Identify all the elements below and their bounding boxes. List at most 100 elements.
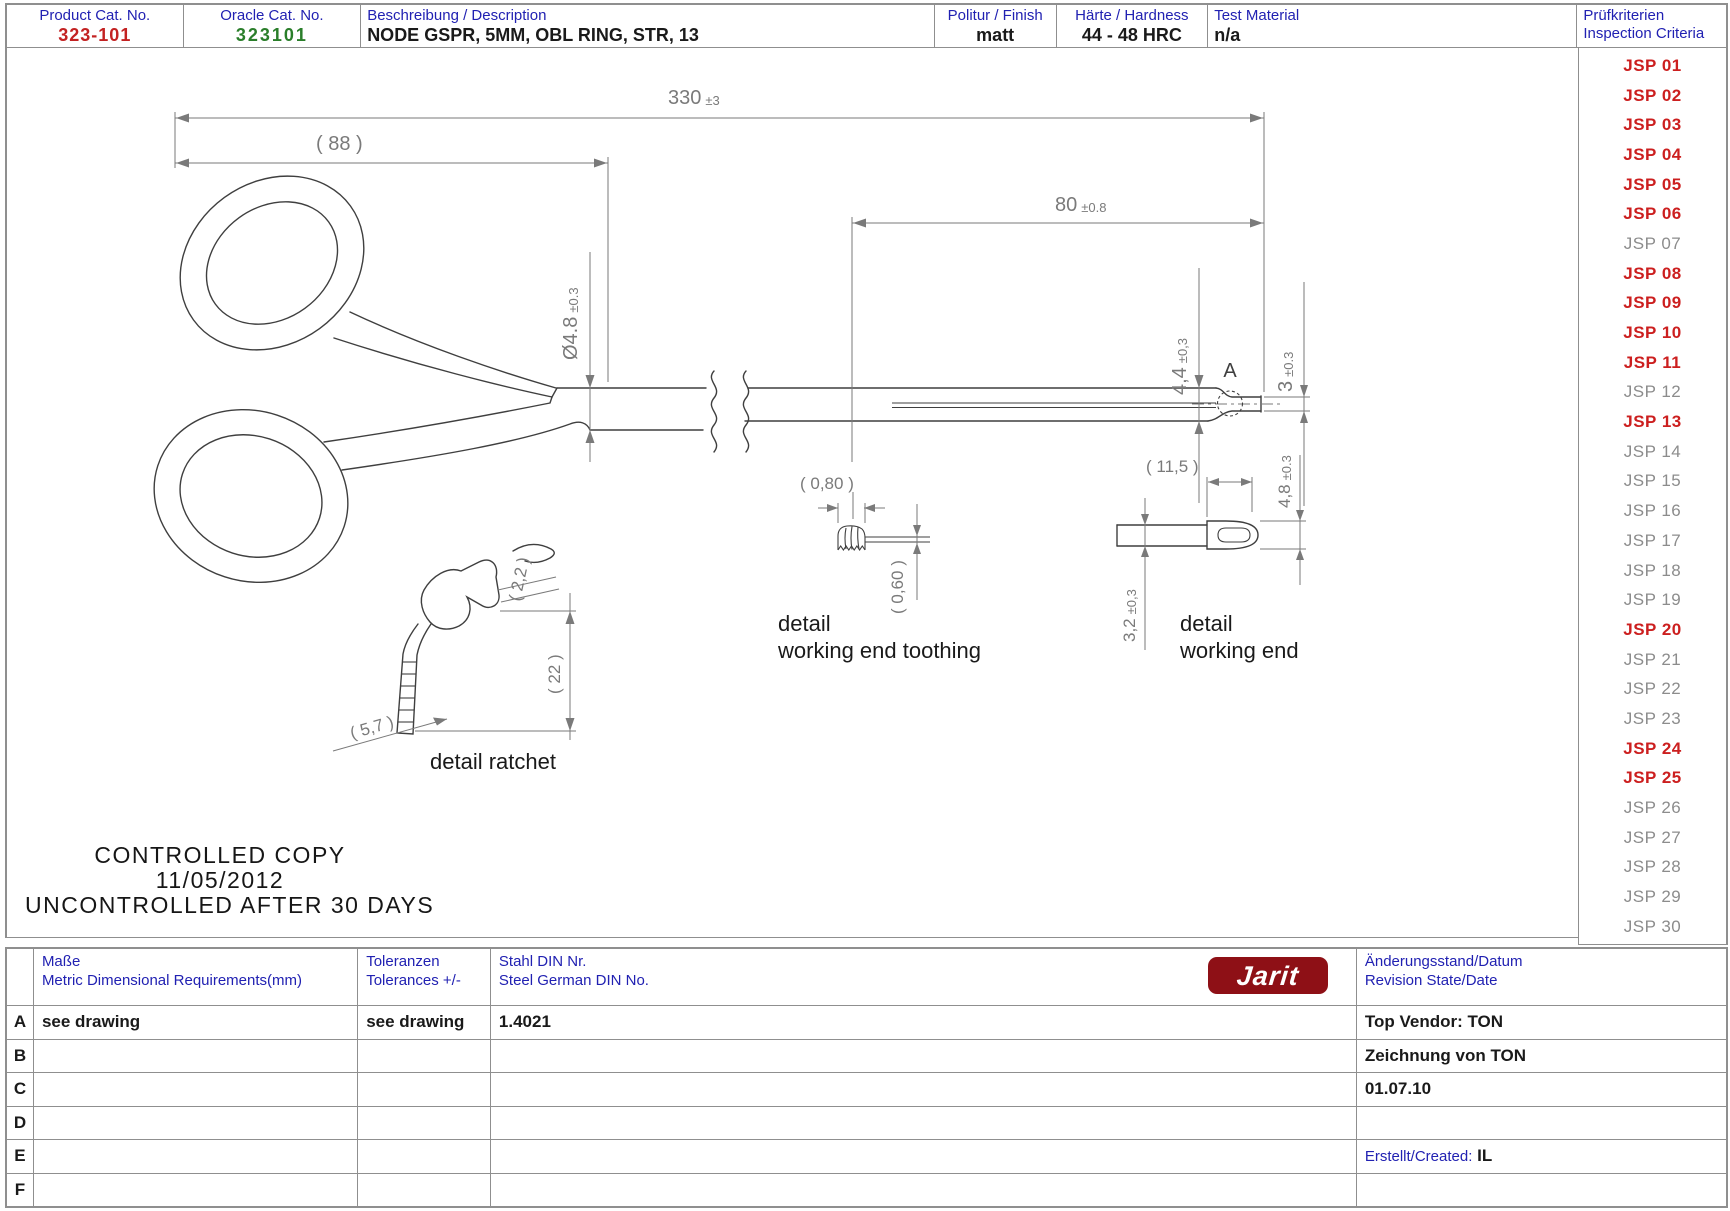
row-letter-cell: D [7, 1107, 34, 1141]
finish-value: matt [941, 25, 1050, 46]
title-block-row: E Erstellt/Created: IL [7, 1140, 1726, 1174]
row-letter-cell: A [7, 1006, 34, 1040]
row-letter-cell: B [7, 1040, 34, 1074]
steel-value-cell [491, 1107, 1357, 1141]
masse-value-cell: see drawing [34, 1006, 358, 1040]
row-letter: B [14, 1046, 26, 1065]
inspection-criteria-item: JSP 19 [1579, 585, 1726, 615]
steel-value-cell [491, 1040, 1357, 1074]
tolerances-value-cell [358, 1107, 491, 1141]
tolerances-header-cell: Toleranzen Tolerances +/- [358, 949, 491, 1006]
title-block-header-row: Maße Metric Dimensional Requirements(mm)… [7, 949, 1726, 1006]
inspection-criteria-item: JSP 12 [1579, 378, 1726, 408]
inspection-criteria-label-de: Prüfkriterien [1583, 7, 1720, 25]
inspection-criteria-header-cell: Prüfkriterien Inspection Criteria [1577, 5, 1726, 47]
steel-value-cell [491, 1073, 1357, 1107]
row-letter: C [14, 1079, 26, 1098]
description-label: Beschreibung / Description [367, 7, 928, 25]
masse-value: see drawing [42, 1012, 140, 1031]
inspection-criteria-item: JSP 24 [1579, 734, 1726, 764]
revision-header-cell: Änderungsstand/Datum Revision State/Date [1357, 949, 1726, 1006]
inspection-criteria-item: JSP 23 [1579, 704, 1726, 734]
tolerances-value-cell [358, 1140, 491, 1174]
inspection-criteria-item: JSP 01 [1579, 51, 1726, 81]
stamp-line-3: UNCONTROLLED AFTER 30 DAYS [25, 893, 415, 918]
steel-value-cell [491, 1140, 1357, 1174]
inspection-criteria-item: JSP 08 [1579, 259, 1726, 289]
product-cat-value: 323-101 [13, 25, 177, 46]
title-block-row: D [7, 1107, 1726, 1141]
revision-value-cell: 01.07.10 [1357, 1073, 1726, 1107]
revision-entry-value: IL [1477, 1146, 1492, 1165]
revision-entry-label: Erstellt/Created: [1365, 1148, 1473, 1165]
inspection-criteria-item: JSP 22 [1579, 674, 1726, 704]
steel-value: 1.4021 [499, 1012, 551, 1031]
inspection-criteria-item: JSP 25 [1579, 764, 1726, 794]
product-cat-label: Product Cat. No. [13, 7, 177, 25]
inspection-criteria-list: JSP 01 JSP 02 JSP 03 JSP 04 JSP 05 JSP 0… [1578, 48, 1728, 945]
oracle-cat-value: 323101 [190, 25, 355, 46]
test-material-cell: Test Material n/a [1208, 5, 1577, 47]
row-letter: A [14, 1012, 26, 1031]
oracle-cat-label: Oracle Cat. No. [190, 7, 355, 25]
inspection-criteria-item: JSP 10 [1579, 318, 1726, 348]
test-material-value: n/a [1214, 25, 1570, 46]
tolerances-value-cell [358, 1073, 491, 1107]
inspection-criteria-item: JSP 20 [1579, 615, 1726, 645]
revision-entry-value: Zeichnung von TON [1365, 1046, 1526, 1065]
inspection-criteria-label-en: Inspection Criteria [1583, 25, 1720, 43]
finish-label: Politur / Finish [941, 7, 1050, 25]
inspection-criteria-item: JSP 11 [1579, 348, 1726, 378]
inspection-criteria-item: JSP 05 [1579, 170, 1726, 200]
jarit-logo: Jarit [1208, 957, 1328, 994]
masse-value-cell [34, 1107, 358, 1141]
stamp-line-2: 11/05/2012 [25, 868, 415, 893]
inspection-criteria-item: JSP 15 [1579, 467, 1726, 497]
masse-label-de: Maße [42, 952, 349, 971]
steel-header-cell: Stahl DIN Nr. Steel German DIN No. Jarit [491, 949, 1357, 1006]
row-letter: D [14, 1113, 26, 1132]
revision-entry-value: Top Vendor: TON [1365, 1012, 1503, 1031]
masse-value-cell [34, 1073, 358, 1107]
inspection-criteria-item: JSP 06 [1579, 199, 1726, 229]
description-value: NODE GSPR, 5MM, OBL RING, STR, 13 [367, 25, 928, 46]
tolerances-value: see drawing [366, 1012, 464, 1031]
row-letter-cell: E [7, 1140, 34, 1174]
title-block-row: F [7, 1174, 1726, 1208]
description-cell: Beschreibung / Description NODE GSPR, 5M… [361, 5, 935, 47]
inspection-criteria-item: JSP 04 [1579, 140, 1726, 170]
revision-value-cell: Zeichnung von TON [1357, 1040, 1726, 1074]
title-block: Maße Metric Dimensional Requirements(mm)… [5, 947, 1728, 1208]
tolerances-label-en: Tolerances +/- [366, 971, 482, 990]
masse-header-cell: Maße Metric Dimensional Requirements(mm) [34, 949, 358, 1006]
hardness-value: 44 - 48 HRC [1063, 25, 1202, 46]
revision-label-en: Revision State/Date [1365, 971, 1718, 990]
inspection-criteria-item: JSP 16 [1579, 496, 1726, 526]
title-block-row: B Zeichnung von TON [7, 1040, 1726, 1074]
hardness-cell: Härte / Hardness 44 - 48 HRC [1057, 5, 1209, 47]
inspection-criteria-item: JSP 13 [1579, 407, 1726, 437]
inspection-criteria-item: JSP 27 [1579, 823, 1726, 853]
revision-value-cell: Top Vendor: TON [1357, 1006, 1726, 1040]
masse-value-cell [34, 1174, 358, 1208]
row-letter-header-cell [7, 949, 34, 1006]
row-letter: E [14, 1146, 25, 1165]
revision-value-cell [1357, 1174, 1726, 1208]
masse-label-en: Metric Dimensional Requirements(mm) [42, 971, 349, 990]
title-header-row: Product Cat. No. 323-101 Oracle Cat. No.… [5, 3, 1728, 49]
inspection-criteria-item: JSP 18 [1579, 556, 1726, 586]
jarit-logo-text: Jarit [1235, 961, 1300, 991]
technical-drawing-area [5, 48, 1578, 938]
revision-value-cell [1357, 1107, 1726, 1141]
inspection-criteria-item: JSP 29 [1579, 882, 1726, 912]
row-letter: F [15, 1180, 25, 1199]
test-material-label: Test Material [1214, 7, 1570, 25]
title-block-rows: A see drawing see drawing 1.4021 Top Ven… [7, 1006, 1726, 1208]
masse-value-cell [34, 1040, 358, 1074]
title-block-row: C 01.07.10 [7, 1073, 1726, 1107]
inspection-criteria-item: JSP 07 [1579, 229, 1726, 259]
steel-value-cell: 1.4021 [491, 1006, 1357, 1040]
finish-cell: Politur / Finish matt [935, 5, 1057, 47]
inspection-criteria-item: JSP 02 [1579, 81, 1726, 111]
tolerances-value-cell: see drawing [358, 1006, 491, 1040]
